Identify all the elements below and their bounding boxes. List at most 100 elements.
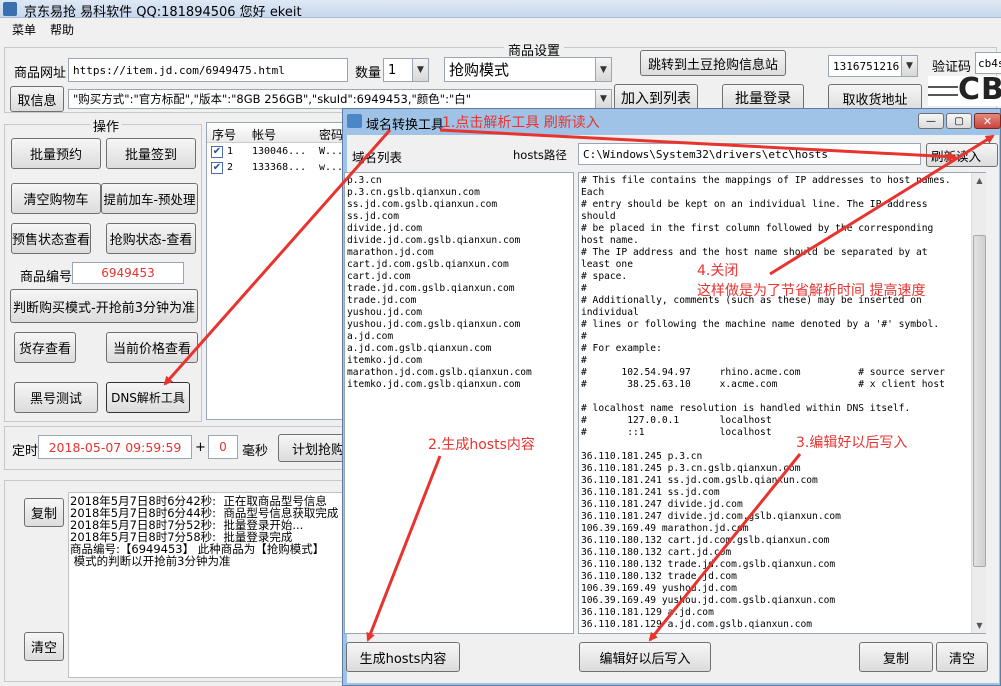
clear-log-button[interactable]: 清空 (24, 632, 64, 661)
annotation-step2: 2.生成hosts内容 (428, 437, 535, 453)
price-check-button[interactable]: 当前价格查看 (106, 332, 198, 363)
domain-item: marathon.jd.com.gslb.qianxun.com (347, 367, 532, 378)
minimize-icon: — (926, 115, 936, 127)
dns-tool-button[interactable]: DNS解析工具 (106, 382, 190, 413)
hosts-line: # This file contains the mappings of IP … (581, 175, 951, 186)
menu-item-menu[interactable]: 菜单 (12, 21, 36, 38)
domain-item: p.3.cn (347, 175, 382, 186)
row-password: w... (319, 162, 344, 173)
close-icon: ✕ (982, 114, 993, 128)
menu-bar: 菜单 帮助 (0, 18, 1001, 38)
log-area[interactable]: 2018年5月7日8时6分42秒: 正在取商品型号信息 2018年5月7日8时6… (68, 492, 344, 678)
close-button[interactable]: ✕ (974, 113, 1001, 129)
account-value: 1316751216 (833, 59, 900, 73)
table-header-no[interactable]: 序号 (212, 126, 236, 143)
scroll-down-arrow-icon[interactable]: ▼ (972, 618, 987, 633)
table-header-account[interactable]: 帐号 (252, 126, 276, 143)
annotation-step4-b: 这样做是为了节省解析时间 提高速度 (697, 283, 926, 299)
scroll-up-arrow-icon[interactable]: ▲ (972, 173, 987, 188)
presale-check-button[interactable]: 预售状态查看 (11, 223, 91, 254)
blacklist-test-button[interactable]: 黑号测试 (14, 382, 98, 413)
hosts-line: 36.110.180.132 cart.jd.com (581, 547, 732, 558)
hosts-line: # The IP address and the host name shoul… (581, 247, 928, 258)
hosts-scrollbar[interactable]: ▲ ▼ (971, 173, 986, 633)
domain-item: cart.jd.com (347, 271, 411, 282)
captcha-input[interactable]: cb4s (975, 52, 1001, 74)
row-checkbox[interactable]: ✔ (211, 162, 223, 174)
hosts-line: individual (581, 307, 639, 318)
hosts-line: # For example: (581, 343, 662, 354)
hosts-line: 36.110.181.129 a.jd.com (581, 607, 714, 618)
clear-cart-button[interactable]: 清空购物车 (11, 183, 101, 214)
batch-sign-button[interactable]: 批量签到 (106, 138, 196, 169)
hosts-line: should (581, 211, 616, 222)
table-header-password[interactable]: 密码 (319, 126, 343, 143)
domain-list-label: 域名列表 (352, 150, 403, 165)
qty-select[interactable]: 1 ▼ (383, 58, 429, 82)
minimize-button[interactable]: — (918, 113, 944, 129)
mode-select[interactable]: 抢购模式 ▼ (444, 57, 612, 82)
write-hosts-button[interactable]: 编辑好以后写入 (579, 642, 711, 672)
spec-select[interactable]: "购买方式":"官方标配","版本":"8GB 256GB","skuId":6… (68, 89, 612, 109)
timer-input[interactable]: 2018-05-07 09:59:59 (38, 435, 192, 459)
domain-item: divide.jd.com.gslb.qianxun.com (347, 235, 521, 246)
captcha-label: 验证码 (932, 60, 972, 75)
spec-value: "购买方式":"官方标配","版本":"8GB 256GB","skuId":6… (73, 92, 472, 106)
hosts-line (581, 391, 985, 403)
hosts-line: 36.110.180.132 trade.jd.com.gslb.qianxun… (581, 559, 836, 570)
refresh-read-button[interactable]: 刷新读入 (926, 143, 998, 167)
domain-list-box[interactable]: p.3.cn p.3.cn.gslb.qianxun.com ss.jd.com… (344, 172, 574, 634)
scrollbar-thumb[interactable] (973, 235, 986, 567)
clear-hosts-button[interactable]: 清空 (936, 642, 988, 672)
generate-hosts-button[interactable]: 生成hosts内容 (346, 642, 460, 672)
domain-item: ss.jd.com (347, 211, 399, 222)
plan-button[interactable]: 计划抢购 (278, 434, 344, 462)
log-line: 模式的判断以开抢前3分钟为准 (70, 554, 231, 568)
annotation-step1: 1.点击解析工具 刷新读入 (442, 115, 600, 131)
hosts-line: # (581, 355, 587, 366)
row-checkbox[interactable]: ✔ (211, 146, 223, 158)
hosts-line: 36.110.181.245 p.3.cn (581, 451, 703, 462)
app-icon (3, 2, 17, 16)
captcha-image[interactable]: CB4 (928, 76, 1001, 106)
domain-item: a.jd.com (347, 331, 394, 342)
qty-label: 数量 (355, 66, 382, 81)
rush-check-button[interactable]: 抢购状态-查看 (106, 223, 196, 254)
account-select[interactable]: 1316751216 ▼ (828, 55, 918, 77)
domain-item: trade.jd.com (347, 295, 417, 306)
dialog-app-icon (347, 114, 362, 128)
chevron-down-icon: ▼ (595, 90, 611, 108)
hosts-line: # 127.0.0.1 localhost (581, 415, 772, 426)
judge-mode-button[interactable]: 判断购买模式-开抢前3分钟为准 (10, 289, 198, 323)
maximize-icon: ▢ (954, 115, 964, 127)
operations-title: 操作 (90, 116, 123, 135)
copy-hosts-button[interactable]: 复制 (859, 642, 933, 672)
jump-info-button[interactable]: 跳转到土豆抢购信息站 (640, 50, 786, 76)
row-password: W... (319, 146, 344, 157)
hosts-content-box[interactable]: # This file contains the mappings of IP … (578, 172, 986, 634)
url-label: 商品网址 (14, 66, 67, 81)
maximize-button[interactable]: ▢ (946, 113, 972, 129)
timer-plus: + (195, 440, 206, 455)
url-input[interactable]: https://item.jd.com/6949475.html (68, 58, 348, 82)
table-row[interactable]: ✔ 2 133368... w... (207, 161, 347, 177)
table-header: 序号 帐号 密码 (207, 123, 347, 143)
hosts-path-input[interactable]: C:\Windows\System32\drivers\etc\hosts (578, 143, 921, 165)
hosts-line: # be placed in the first column followed… (581, 223, 934, 234)
table-row[interactable]: ✔ 1 130046... W... (207, 145, 347, 161)
menu-item-help[interactable]: 帮助 (50, 21, 74, 38)
batch-reserve-button[interactable]: 批量预约 (11, 138, 101, 169)
ms-input[interactable]: 0 (208, 435, 238, 459)
row-no: 2 (227, 162, 234, 173)
captcha-image-text: CB4 (958, 76, 1001, 106)
domain-item: p.3.cn.gslb.qianxun.com (347, 187, 480, 198)
domain-item: cart.jd.com.gslb.qianxun.com (347, 259, 509, 270)
product-no-input[interactable]: 6949453 (72, 262, 184, 284)
domain-item: itemko.jd.com (347, 355, 423, 366)
copy-log-button[interactable]: 复制 (24, 498, 64, 527)
chevron-down-icon: ▼ (412, 59, 428, 81)
precart-button[interactable]: 提前加车-预处理 (101, 183, 198, 214)
hosts-line: # ::1 localhost (581, 427, 772, 438)
fetch-info-button[interactable]: 取信息 (10, 86, 64, 112)
stock-check-button[interactable]: 货存查看 (14, 332, 76, 363)
